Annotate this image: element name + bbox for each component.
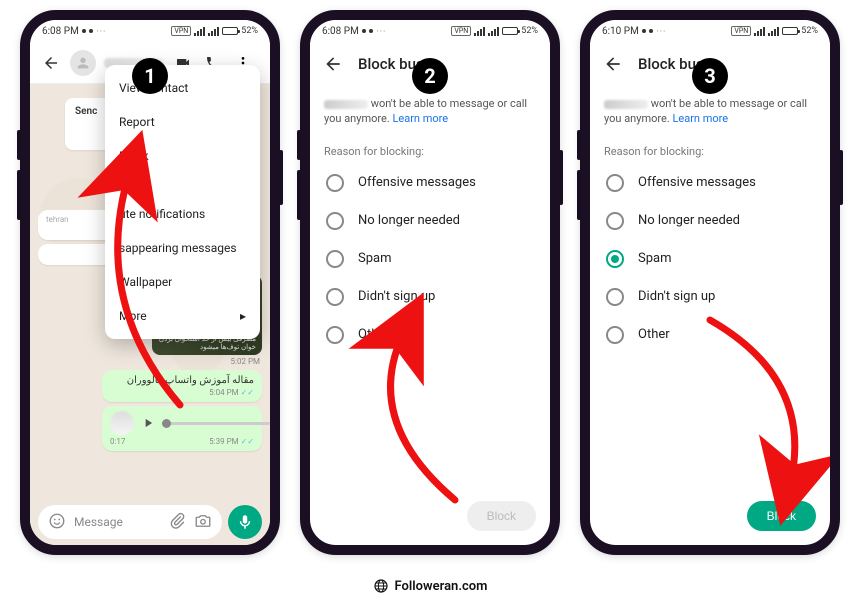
menu-wallpaper[interactable]: Wallpaper [105, 265, 260, 299]
signal-icon [194, 27, 205, 36]
battery-icon [222, 27, 238, 35]
menu-mute[interactable]: ute notifications [105, 197, 260, 231]
reason-offensive[interactable]: Offensive messages [316, 164, 544, 202]
reason-didnt-signup[interactable]: Didn't sign up [596, 278, 824, 316]
globe-icon [373, 578, 389, 594]
menu-disappearing[interactable]: sappearing messages [105, 231, 260, 265]
mic-button[interactable] [228, 505, 262, 539]
back-icon[interactable] [602, 53, 624, 75]
status-time: 6:08 PM [322, 26, 359, 37]
reason-list: Offensive messages No longer needed Spam… [310, 164, 550, 354]
status-bar: 6:08 PM ⋯ VPN 52% [30, 20, 270, 42]
reason-spam[interactable]: Spam [316, 240, 544, 278]
reason-label: Reason for blocking: [310, 137, 550, 164]
back-icon[interactable] [40, 52, 62, 74]
block-button: Block [467, 501, 536, 531]
reason-label: Reason for blocking: [590, 137, 830, 164]
chat-input-bar: Message [30, 499, 270, 545]
reason-didnt-signup[interactable]: Didn't sign up [316, 278, 544, 316]
status-bar: 6:08 PM ⋯ VPN 52% [310, 20, 550, 42]
menu-block[interactable]: Block [105, 139, 260, 173]
reason-other[interactable]: Other [596, 316, 824, 354]
signal-icon [208, 27, 219, 36]
menu-view-contact[interactable]: View contact [105, 71, 260, 105]
voice-avatar [110, 411, 134, 435]
menu-report[interactable]: Report [105, 105, 260, 139]
camera-icon[interactable] [194, 512, 212, 533]
phone-screen-3: 6:10 PM ⋯ VPN 52% Block busin [580, 10, 840, 555]
play-icon[interactable] [140, 415, 156, 431]
outgoing-voice[interactable]: 0:17 5:39 PM ✓✓ [102, 406, 262, 451]
reason-no-longer[interactable]: No longer needed [596, 202, 824, 240]
block-button[interactable]: Block [747, 501, 816, 531]
battery-pct: 52% [241, 26, 258, 36]
status-bar: 6:10 PM ⋯ VPN 52% [590, 20, 830, 42]
emoji-icon[interactable] [48, 512, 66, 533]
reason-offensive[interactable]: Offensive messages [596, 164, 824, 202]
credit: Followeran.com [0, 578, 860, 594]
reason-no-longer[interactable]: No longer needed [316, 202, 544, 240]
learn-more-link[interactable]: Learn more [392, 112, 448, 125]
step-badge-2: 2 [412, 58, 448, 94]
reason-other[interactable]: Other [316, 316, 544, 354]
learn-more-link[interactable]: Learn more [672, 112, 728, 125]
menu-more[interactable]: More ▸ [105, 299, 260, 333]
outgoing-message[interactable]: مقاله آموزش واتساپ فالووران 5:04 PM ✓✓ [102, 370, 262, 402]
status-time: 6:08 PM [42, 26, 79, 37]
status-time: 6:10 PM [602, 26, 639, 37]
message-input[interactable]: Message [38, 505, 222, 539]
phone-screen-1: 6:08 PM ⋯ VPN 52% [20, 10, 280, 555]
reason-list: Offensive messages No longer needed Spam… [590, 164, 830, 354]
attach-icon[interactable] [168, 512, 186, 533]
avatar[interactable] [70, 50, 96, 76]
reason-spam[interactable]: Spam [596, 240, 824, 278]
step-badge-1: 1 [132, 58, 168, 94]
step-badge-3: 3 [692, 58, 728, 94]
chevron-right-icon: ▸ [240, 309, 246, 323]
phone-screen-2: 6:08 PM ⋯ VPN 52% Block busin [300, 10, 560, 555]
overflow-menu: View contact Report Block ute notificati… [105, 65, 260, 339]
back-icon[interactable] [322, 53, 344, 75]
